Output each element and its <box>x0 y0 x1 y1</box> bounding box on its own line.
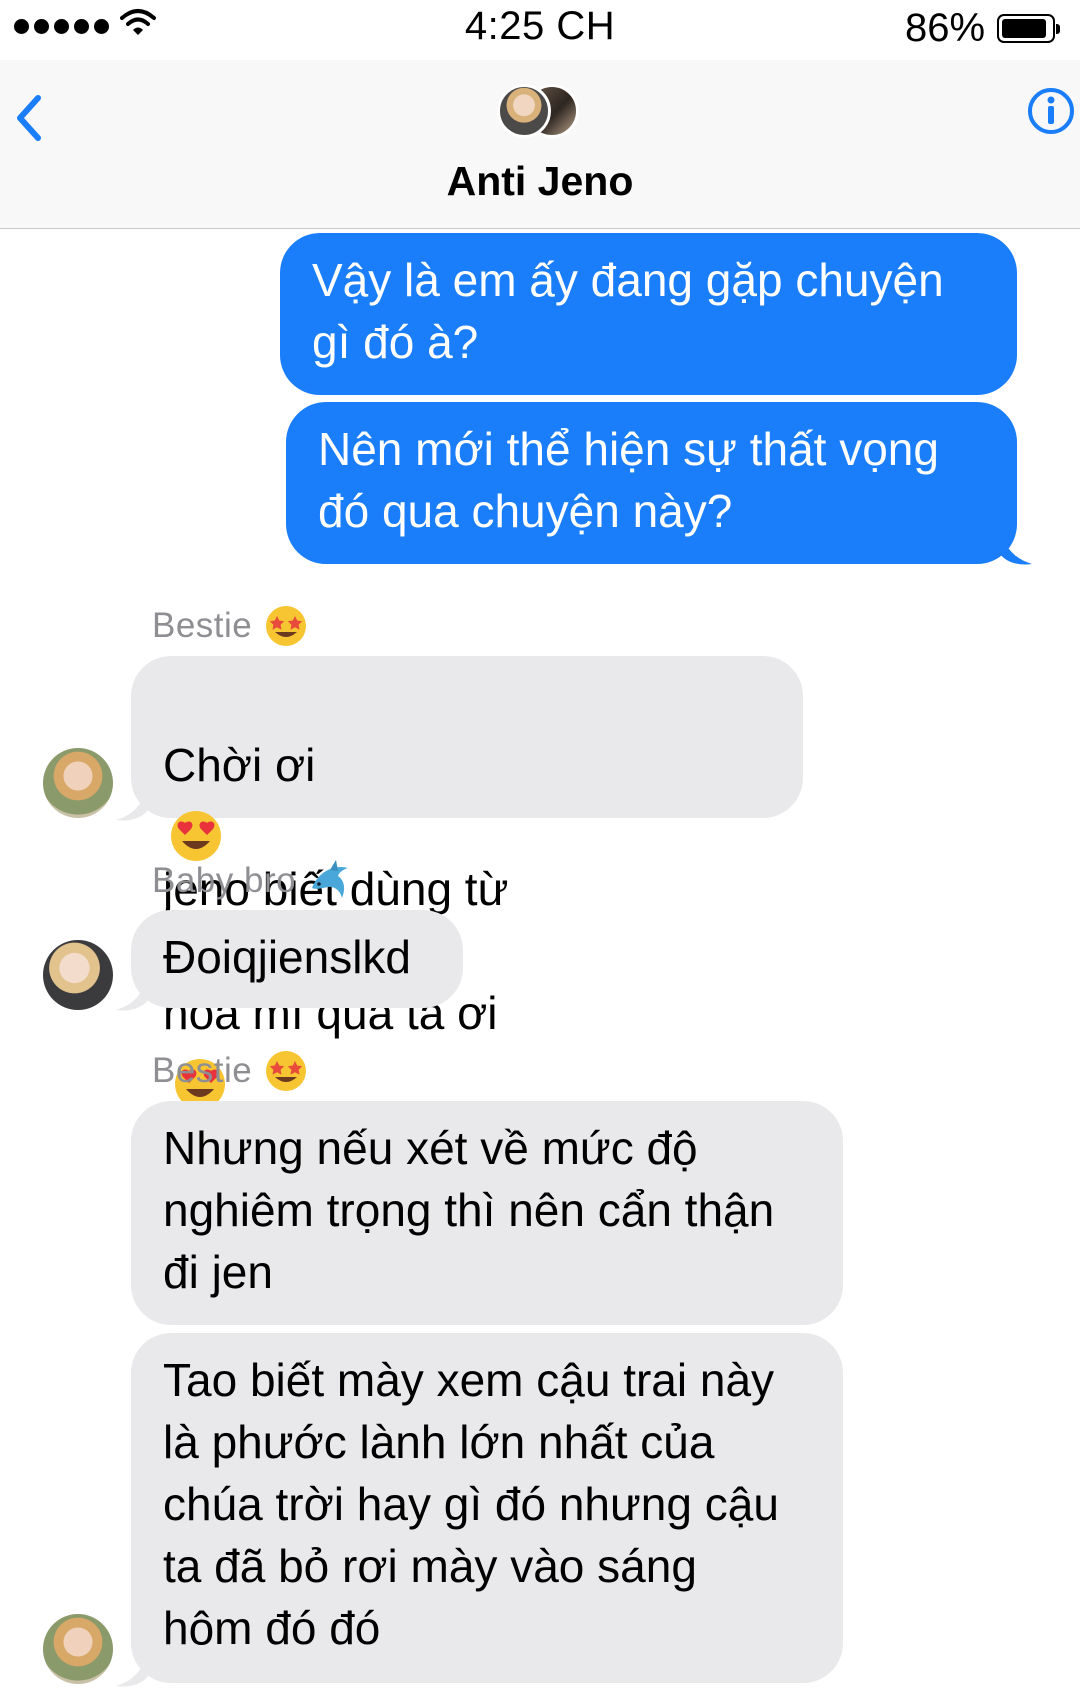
battery-percent: 86% <box>905 6 986 50</box>
incoming-message[interactable]: Chời ơi jeno biết dùng từ hoa mĩ quá ta … <box>131 656 803 1109</box>
sender-name: Bestie <box>152 1049 308 1093</box>
group-avatar-1 <box>497 84 551 138</box>
incoming-message[interactable]: Nhưng nếu xét về mức độ nghiêm trọng thì… <box>131 1101 843 1325</box>
bubble-tail <box>116 1646 148 1687</box>
star-struck-emoji <box>266 1051 307 1091</box>
bubble-tail <box>116 970 148 1011</box>
avatar[interactable] <box>43 1614 113 1684</box>
outgoing-message[interactable]: Vậy là em ấy đang gặp chuyện gì đó à? <box>280 233 1017 395</box>
sender-label: Bestie <box>152 1051 253 1090</box>
bubble-tail <box>116 780 148 821</box>
star-struck-emoji <box>266 606 307 646</box>
incoming-message[interactable]: Tao biết mày xem cậu trai này là phước l… <box>131 1333 843 1683</box>
dolphin-emoji <box>312 860 349 898</box>
sender-label: Bestie <box>152 606 253 645</box>
avatar[interactable] <box>43 748 113 818</box>
battery-icon <box>997 14 1060 43</box>
sender-name: Baby bro <box>152 858 354 904</box>
conversation-header: Anti Jeno <box>0 60 1080 229</box>
message-text: Chời ơi <box>163 739 316 791</box>
sender-label: Baby bro <box>152 861 297 900</box>
heart-eyes-emoji <box>171 810 221 861</box>
incoming-message[interactable]: Đoiqjienslkd <box>131 910 463 1008</box>
bubble-tail <box>1000 524 1032 565</box>
avatar[interactable] <box>43 940 113 1010</box>
status-bar: 4:25 CH 86% <box>0 0 1080 60</box>
group-avatars[interactable] <box>497 82 581 140</box>
sender-name: Bestie <box>152 604 308 648</box>
info-icon[interactable] <box>1026 86 1076 136</box>
chevron-left-icon[interactable] <box>8 88 48 148</box>
conversation-title[interactable]: Anti Jeno <box>0 158 1080 205</box>
outgoing-message[interactable]: Nên mới thể hiện sự thất vọng đó qua chu… <box>286 402 1017 564</box>
